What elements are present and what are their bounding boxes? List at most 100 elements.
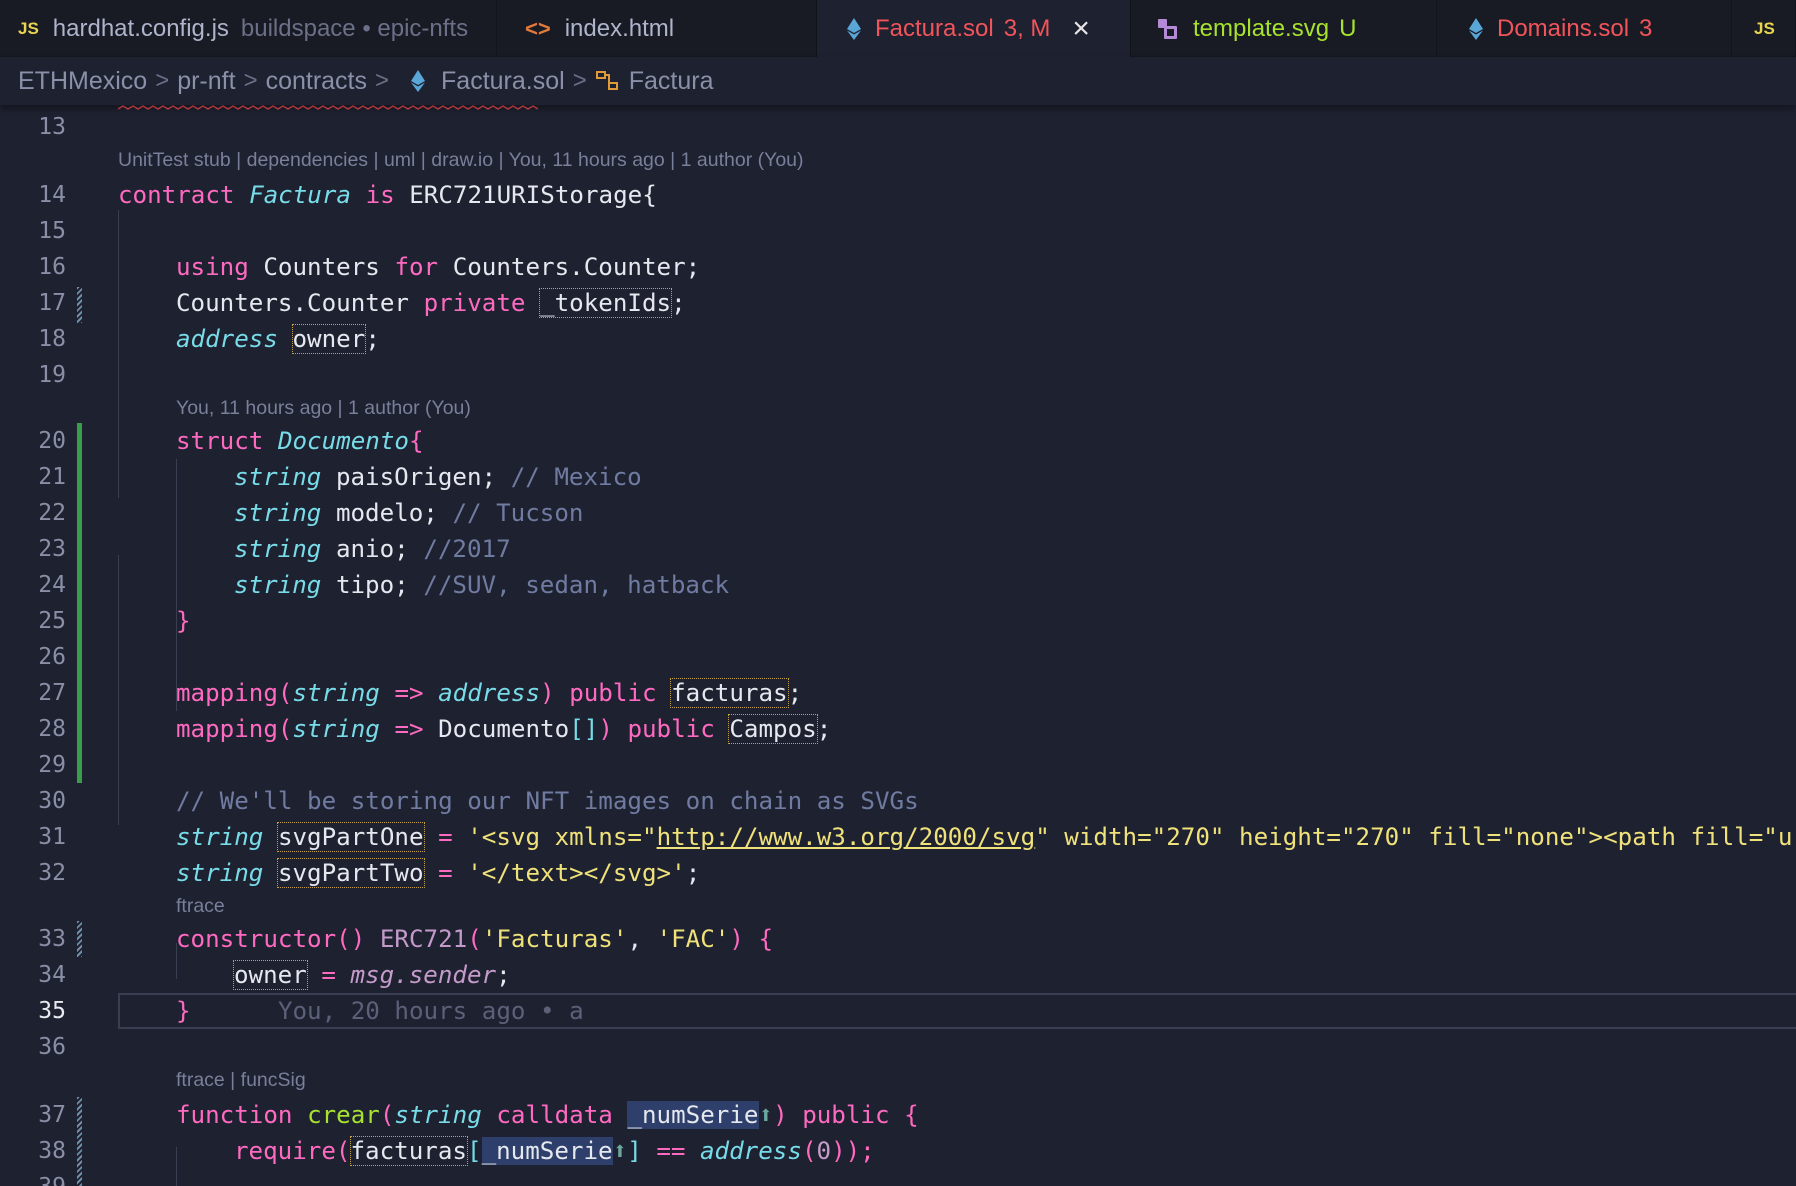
code-text[interactable]: mapping(string => address) public factur… [176,675,802,711]
tab-template-svg[interactable]: template.svg U [1131,0,1437,57]
code-line: 33 constructor() ERC721('Facturas', 'FAC… [0,921,1796,957]
code-line: 15 [0,213,1796,249]
symbol-class-icon [595,69,621,93]
line-number: 37 [38,1102,66,1128]
line-number: 18 [38,326,66,352]
code-text[interactable]: } You, 20 hours ago • a [176,993,584,1029]
arrow-up-icon: ⬆ [758,1101,774,1129]
code-line: 18 address owner; [0,321,1796,357]
arrow-up-icon: ⬆ [612,1137,628,1165]
line-number: 28 [38,716,66,742]
breadcrumb-item[interactable]: pr-nft [177,67,235,96]
line-number: 35 [38,998,66,1024]
line-number: 20 [38,428,66,454]
code-line: 28 mapping(string => Documento[]) public… [0,711,1796,747]
code-comment[interactable]: // We'll be storing our NFT images on ch… [176,783,919,819]
code-line: 38 require(facturas[_numSerie⬆] == addre… [0,1133,1796,1169]
git-blame-annotation: You, 20 hours ago • a [277,997,584,1025]
breadcrumb-item[interactable]: ETHMexico [18,67,147,96]
line-number: 31 [38,824,66,850]
html-brackets-icon: <> [525,15,551,41]
code-editor[interactable]: 13 UnitTest stub | dependencies | uml | … [0,105,1796,1186]
js-icon: JS [1754,18,1775,38]
line-number: 25 [38,608,66,634]
line-number: 13 [38,114,66,140]
code-text[interactable]: struct Documento{ [176,423,424,459]
svg-file-icon [1157,18,1179,40]
line-number: 23 [38,536,66,562]
line-number: 14 [38,182,66,208]
codelens-struct[interactable]: You, 11 hours ago | 1 author (You) [176,397,471,420]
code-text[interactable]: contract Factura is ERC721URIStorage{ [118,177,657,213]
breadcrumb-item[interactable]: contracts [266,67,367,96]
line-number: 36 [38,1034,66,1060]
ethereum-icon [1469,17,1483,40]
code-text[interactable]: string svgPartTwo = '</text></svg>'; [176,855,700,891]
line-number: 33 [38,926,66,952]
tab-badge: 3 [1639,14,1653,42]
url-link[interactable]: http://www.w3.org/2000/svg [657,823,1036,851]
tab-factura-sol[interactable]: Factura.sol 3, M × [817,0,1131,57]
code-line: 22 string modelo; // Tucson [0,495,1796,531]
line-number: 27 [38,680,66,706]
code-line: 26 [0,639,1796,675]
ethereum-icon [411,70,426,92]
tab-domains-sol[interactable]: Domains.sol 3 [1437,0,1732,57]
js-icon: JS [18,18,39,38]
tab-js-overflow[interactable]: JS [1732,0,1796,57]
code-text[interactable]: mapping(string => Documento[]) public Ca… [176,711,831,747]
tab-label: Factura.sol [875,14,994,42]
ethereum-icon [847,17,861,40]
chevron-right-icon: > [243,67,258,94]
line-number: 26 [38,644,66,670]
line-number: 24 [38,572,66,598]
breadcrumb-item[interactable]: Factura.sol [441,67,565,96]
line-number: 19 [38,362,66,388]
line-number: 17 [38,290,66,316]
code-line: 37 function crear(string calldata _numSe… [0,1097,1796,1133]
line-number: 15 [38,218,66,244]
code-line: 32 string svgPartTwo = '</text></svg>'; [0,855,1796,891]
code-text[interactable]: } [176,603,191,639]
code-line: 35 } You, 20 hours ago • a [0,993,1796,1029]
code-text[interactable]: function crear(string calldata _numSerie… [176,1097,919,1133]
chevron-right-icon: > [155,67,170,94]
code-text[interactable]: address owner; [176,321,380,357]
code-text[interactable]: using Counters for Counters.Counter; [176,249,700,285]
codelens-function[interactable]: ftrace | funcSig [176,1069,306,1092]
code-text[interactable]: string modelo; // Tucson [234,495,584,531]
close-icon[interactable]: × [1072,13,1090,44]
code-line: 17 Counters.Counter private _tokenIds; [0,285,1796,321]
code-text[interactable]: string paisOrigen; // Mexico [234,459,642,495]
tab-label: hardhat.config.js [52,14,229,42]
line-number: 30 [38,788,66,814]
code-text[interactable]: owner = msg.sender; [233,957,511,993]
tab-label: Domains.sol [1497,14,1630,42]
breadcrumb: ETHMexico > pr-nft > contracts > Factura… [0,57,1796,105]
tab-description: buildspace • epic-nfts [240,14,469,42]
code-line: 29 [0,747,1796,783]
code-text[interactable]: string tipo; //SUV, sedan, hatback [234,567,729,603]
breadcrumb-item[interactable]: Factura [629,67,714,96]
code-line: 20 struct Documento{ [0,423,1796,459]
line-number: 21 [38,464,66,490]
line-number: 34 [38,962,66,988]
code-text[interactable]: constructor() ERC721('Facturas', 'FAC') … [176,921,773,957]
tab-index-html[interactable]: <> index.html [497,0,817,57]
line-number: 39 [0,1169,66,1186]
codelens-contract[interactable]: UnitTest stub | dependencies | uml | dra… [118,149,804,172]
code-text[interactable]: require(facturas[_numSerie⬆] == address(… [234,1133,875,1169]
code-line: 21 string paisOrigen; // Mexico [0,459,1796,495]
code-line: 25 } [0,603,1796,639]
code-line: 30 // We'll be storing our NFT images on… [0,783,1796,819]
code-text[interactable]: string svgPartOne = '<svg xmlns="http://… [176,819,1796,855]
chevron-right-icon: > [375,67,390,94]
line-number: 22 [38,500,66,526]
code-text[interactable]: string anio; //2017 [234,531,511,567]
codelens-constructor[interactable]: ftrace [176,895,225,918]
code-line: 14 contract Factura is ERC721URIStorage{ [0,177,1796,213]
code-text[interactable]: Counters.Counter private _tokenIds; [176,285,686,321]
code-line: 39 [0,1169,1796,1186]
code-line: 13 [0,109,1796,145]
tab-hardhat-config[interactable]: JS hardhat.config.js buildspace • epic-n… [0,0,497,57]
